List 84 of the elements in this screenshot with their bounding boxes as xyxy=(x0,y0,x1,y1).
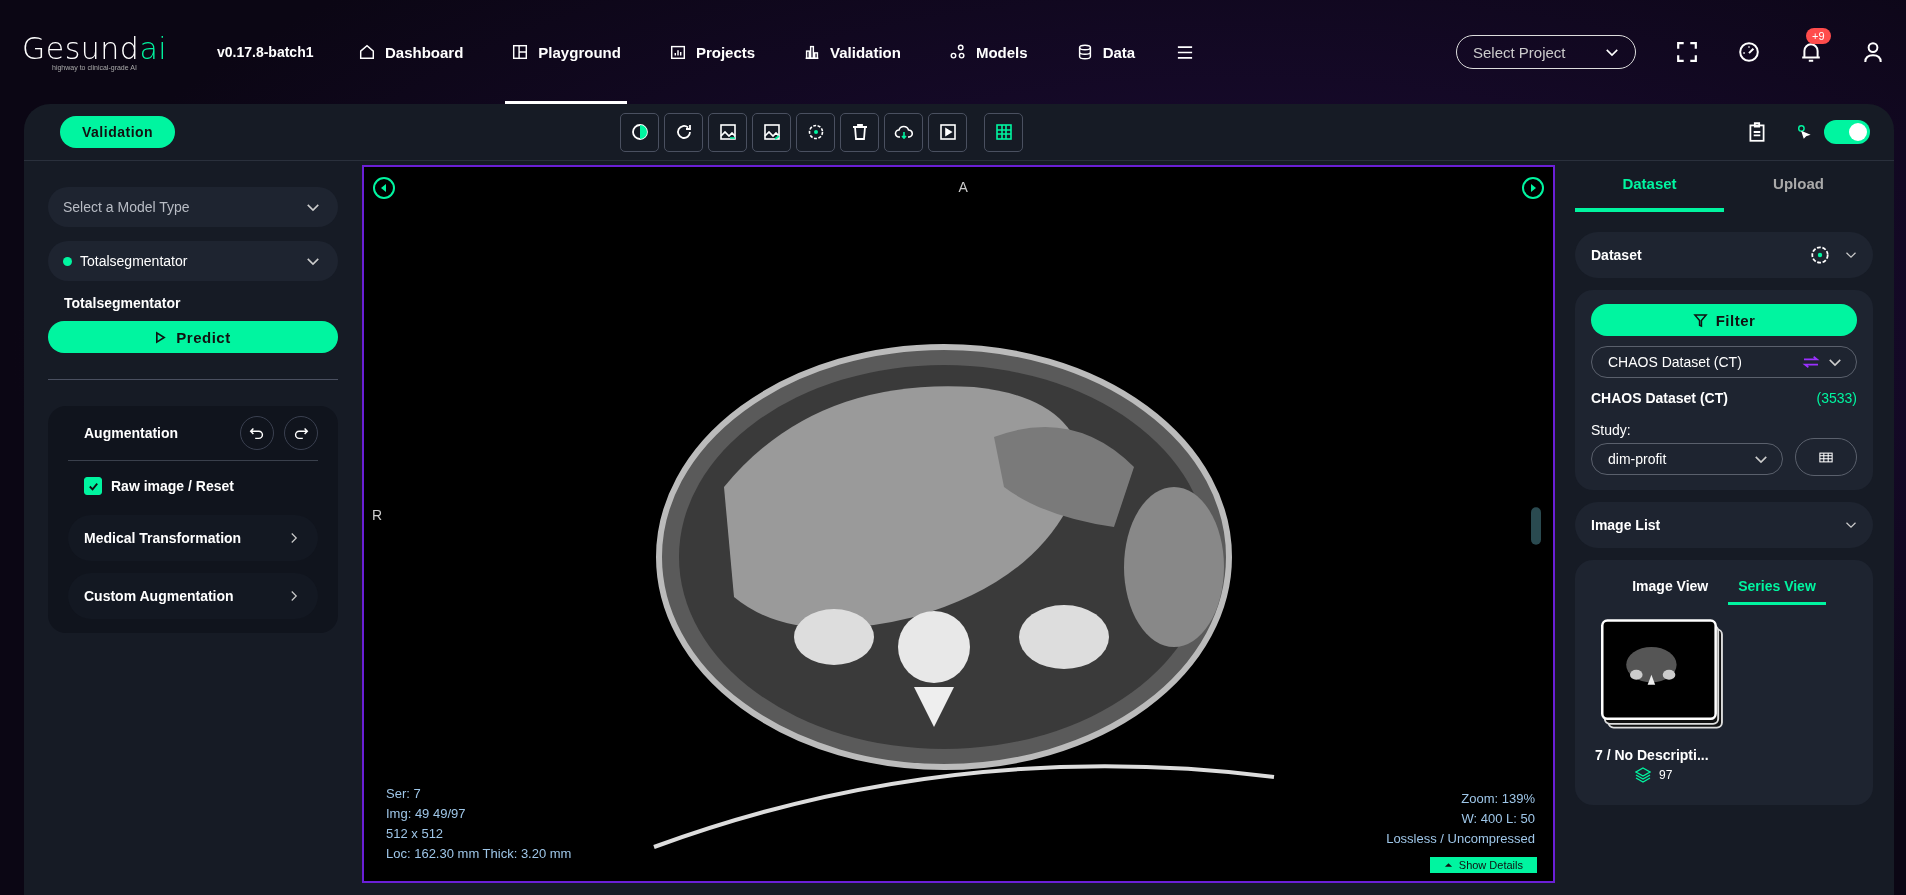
chevron-down-icon xyxy=(306,256,320,266)
swap-icon[interactable] xyxy=(1802,355,1820,369)
chevron-down-icon xyxy=(1828,357,1842,367)
series-title: 7 / No Descripti... xyxy=(1595,747,1709,763)
caret-up-icon xyxy=(1443,862,1453,868)
layers-icon xyxy=(1635,767,1651,783)
image-info-text: Ser: 7 xyxy=(386,786,422,801)
chevron-down-icon xyxy=(1845,251,1857,259)
view-tab[interactable]: Image View xyxy=(1622,574,1719,605)
image-tool[interactable] xyxy=(708,112,747,152)
layout-icon xyxy=(511,43,530,61)
image-count: 97 xyxy=(1659,768,1673,782)
orientation-label: A xyxy=(958,179,968,195)
bell-icon[interactable] xyxy=(1800,41,1822,63)
next-icon[interactable] xyxy=(1521,176,1545,200)
previous-icon[interactable] xyxy=(372,176,396,200)
dataset-name: CHAOS Dataset (CT) xyxy=(1591,390,1728,406)
filter-icon xyxy=(1692,312,1708,328)
chevron-down-icon xyxy=(1605,47,1619,57)
augmentation-title: Augmentation xyxy=(84,425,180,441)
validation-mode-button[interactable]: Validation xyxy=(60,116,176,148)
contrast-tool[interactable] xyxy=(620,112,659,152)
grid-tool[interactable] xyxy=(984,112,1023,152)
settings-icon[interactable] xyxy=(1809,244,1831,266)
scrollbar-icon[interactable] xyxy=(1531,507,1541,545)
nav-tab[interactable]: Models xyxy=(942,0,1034,104)
chevron-down-icon xyxy=(1754,454,1768,464)
chevron-right-icon xyxy=(290,532,298,544)
image-icon xyxy=(761,122,782,142)
logo-wordmark: Gesundai xyxy=(22,33,169,64)
chevron-down-icon xyxy=(306,202,320,212)
notification-badge: +9 xyxy=(1806,28,1831,44)
image-info-text: 512 x 512 xyxy=(386,826,445,841)
rotate-tool[interactable] xyxy=(664,112,703,152)
image-info-text: W: 400 L: 50 xyxy=(1461,811,1535,826)
filter-button[interactable]: Filter xyxy=(1591,304,1857,336)
table-icon xyxy=(1819,451,1833,463)
fullscreen-icon[interactable] xyxy=(1676,41,1698,63)
show-details-button[interactable]: Show Details xyxy=(1429,857,1537,873)
grid-icon xyxy=(993,122,1014,142)
augmentation-section[interactable]: Custom Augmentation xyxy=(68,573,318,619)
nav-tab[interactable]: Data xyxy=(1069,0,1142,104)
nav-tab[interactable]: Validation xyxy=(797,0,907,104)
play-icon xyxy=(155,330,167,344)
chevron-down-icon xyxy=(1845,521,1857,529)
image-info-text: Img: 49 49/97 xyxy=(386,806,467,821)
image-edit-tool[interactable] xyxy=(752,112,791,152)
checkbox[interactable] xyxy=(84,477,102,495)
user-icon[interactable] xyxy=(1862,41,1884,63)
panel-tab[interactable]: Upload xyxy=(1724,161,1873,212)
image-info-text: Zoom: 139% xyxy=(1461,791,1535,806)
image-info-text: Lossless / Uncompressed xyxy=(1386,831,1535,846)
delete-tool[interactable] xyxy=(840,112,879,152)
model-select[interactable]: Totalsegmentator xyxy=(48,241,338,281)
chevron-right-icon xyxy=(290,590,298,602)
version-label: v0.17.8-batch1 xyxy=(217,44,315,60)
model-title: Totalsegmentator xyxy=(64,295,182,311)
contrast-icon xyxy=(629,122,650,142)
checkbox-label: Raw image / Reset xyxy=(111,478,234,494)
nodes-icon xyxy=(948,43,967,61)
play-tool[interactable] xyxy=(928,112,967,152)
predict-button[interactable]: Predict xyxy=(48,321,338,353)
chart-icon xyxy=(668,43,687,61)
nav-tab[interactable]: Projects xyxy=(662,0,762,104)
status-dot xyxy=(63,256,72,266)
model-type-select[interactable]: Select a Model Type xyxy=(48,187,338,227)
image-list-header[interactable]: Image List xyxy=(1575,502,1873,548)
gauge-icon[interactable] xyxy=(1738,41,1760,63)
augmentation-section[interactable]: Medical Transformation xyxy=(68,515,318,561)
nav-tab[interactable]: Dashboard xyxy=(352,0,470,104)
toggle-switch[interactable] xyxy=(1824,120,1870,144)
image-info-text: Loc: 162.30 mm Thick: 3.20 mm xyxy=(386,846,572,861)
orientation-label: R xyxy=(372,507,383,523)
study-label: Study: xyxy=(1591,422,1632,438)
image-icon xyxy=(717,122,738,142)
dataset-section-header[interactable]: Dataset xyxy=(1575,232,1873,278)
house-icon xyxy=(358,43,376,61)
cloud-download-tool[interactable] xyxy=(884,112,923,152)
panel-tab[interactable]: Dataset xyxy=(1575,161,1724,212)
dataset-count: (3533) xyxy=(1816,390,1857,406)
play-icon xyxy=(937,122,958,142)
view-tab[interactable]: Series View xyxy=(1728,574,1826,605)
settings-tool[interactable] xyxy=(796,112,835,152)
menu-icon[interactable] xyxy=(1177,45,1194,59)
